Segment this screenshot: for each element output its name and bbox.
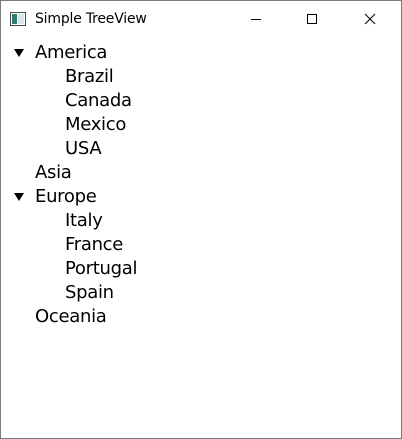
- tree-node-spain[interactable]: Spain: [65, 281, 114, 305]
- tree-node-canada[interactable]: Canada: [65, 89, 132, 113]
- tree-node-label: Brazil: [65, 66, 114, 87]
- tree-node-label: America: [35, 42, 108, 63]
- maximize-button[interactable]: [289, 1, 335, 37]
- tree-node-label: Mexico: [65, 114, 127, 135]
- close-button[interactable]: [347, 1, 393, 37]
- tree-node-brazil[interactable]: Brazil: [65, 65, 114, 89]
- tree-node-usa[interactable]: USA: [65, 137, 102, 161]
- tree-node-label: Oceania: [35, 306, 107, 327]
- tree-node-oceania[interactable]: Oceania: [35, 305, 107, 329]
- title-bar[interactable]: Simple TreeView: [1, 1, 401, 37]
- expand-triangle-icon[interactable]: [11, 41, 27, 65]
- tree-node-label: Italy: [65, 210, 103, 231]
- tree-node-portugal[interactable]: Portugal: [65, 257, 137, 281]
- tree-node-mexico[interactable]: Mexico: [65, 113, 126, 137]
- app-window-icon: [10, 11, 26, 26]
- tree-node-label: Spain: [65, 282, 114, 303]
- maximize-icon: [306, 10, 318, 29]
- tree-node-label: Portugal: [65, 258, 138, 279]
- tree-node-france[interactable]: France: [65, 233, 123, 257]
- tree-node-america[interactable]: America: [14, 41, 108, 65]
- main-window: Simple TreeView America Brazil Canada Me…: [0, 0, 402, 439]
- tree-node-label: Asia: [35, 162, 72, 183]
- tree-node-label: USA: [65, 138, 102, 159]
- tree-view[interactable]: America Brazil Canada Mexico USA Asia Eu…: [1, 39, 401, 438]
- minimize-button[interactable]: [233, 1, 279, 37]
- tree-node-asia[interactable]: Asia: [35, 161, 72, 185]
- expand-triangle-icon[interactable]: [11, 185, 27, 209]
- tree-node-italy[interactable]: Italy: [65, 209, 103, 233]
- tree-node-label: Europe: [35, 186, 97, 207]
- tree-node-label: France: [65, 234, 124, 255]
- window-title: Simple TreeView: [35, 11, 147, 27]
- close-icon: [364, 10, 376, 29]
- tree-node-label: Canada: [65, 90, 132, 111]
- minimize-icon: [250, 10, 262, 29]
- tree-node-europe[interactable]: Europe: [14, 185, 97, 209]
